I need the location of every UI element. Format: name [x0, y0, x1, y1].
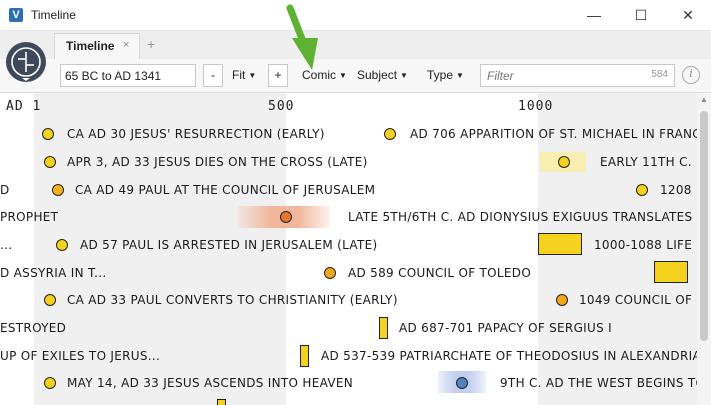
- maximize-button[interactable]: ☐: [618, 0, 664, 31]
- axis-label: 1000: [518, 99, 554, 114]
- date-range-input[interactable]: [60, 64, 196, 87]
- event-span-bar[interactable]: [217, 399, 226, 405]
- title-bar: V Timeline — ☐ ✕: [0, 0, 711, 31]
- annotation-arrow-icon: [286, 4, 318, 70]
- chevron-down-icon: ▼: [339, 71, 347, 80]
- event-label[interactable]: CA AD 49 PAUL AT THE COUNCIL OF JERUSALE…: [75, 180, 375, 200]
- chevron-down-icon: ▼: [400, 71, 408, 80]
- filter-count: 584: [651, 69, 668, 80]
- info-icon[interactable]: i: [682, 66, 700, 84]
- scroll-up-icon[interactable]: ▲: [697, 95, 711, 104]
- vertical-scrollbar[interactable]: ▲: [697, 93, 711, 405]
- minimize-button[interactable]: —: [571, 0, 617, 31]
- event-label[interactable]: CA AD 30 JESUS' RESURRECTION (EARLY): [67, 124, 325, 144]
- event-marker[interactable]: [52, 184, 64, 196]
- tab-label: Timeline: [66, 39, 115, 53]
- subject-dropdown[interactable]: Subject ▼: [357, 68, 408, 82]
- event-label[interactable]: 1000-1088 LIFE: [594, 235, 692, 255]
- event-label[interactable]: 9TH C. AD THE WEST BEGINS TO: [500, 373, 705, 393]
- chevron-down-icon: ▼: [248, 71, 257, 80]
- event-label[interactable]: D ASSYRIA IN T...: [0, 263, 107, 283]
- event-marker[interactable]: [384, 128, 396, 140]
- event-span-bar[interactable]: [654, 261, 688, 283]
- event-label[interactable]: 1049 COUNCIL OF R: [579, 290, 705, 310]
- event-label[interactable]: AD 57 PAUL IS ARRESTED IN JERUSALEM (LAT…: [80, 235, 378, 255]
- tab-timeline[interactable]: Timeline ×: [54, 33, 140, 59]
- filter-input[interactable]: [481, 65, 621, 86]
- event-marker[interactable]: [44, 377, 56, 389]
- event-marker[interactable]: [44, 294, 56, 306]
- event-label[interactable]: PROPHET: [0, 207, 58, 227]
- event-span-bar[interactable]: [538, 233, 582, 255]
- event-label[interactable]: ESTROYED: [0, 318, 66, 338]
- panel-menu-icon[interactable]: [6, 42, 46, 82]
- event-marker[interactable]: [558, 156, 570, 168]
- timeline-canvas[interactable]: AD 1 500 1000 CA AD 30 JESUS' RESURRECTI…: [0, 93, 711, 405]
- fit-dropdown[interactable]: Fit ▼: [232, 68, 256, 82]
- close-button[interactable]: ✕: [665, 0, 711, 31]
- window-title: Timeline: [31, 8, 76, 22]
- zoom-out-button[interactable]: -: [203, 64, 223, 87]
- chevron-down-icon: ▼: [456, 71, 464, 80]
- event-marker[interactable]: [56, 239, 68, 251]
- event-label[interactable]: EARLY 11TH C. LIFE: [600, 152, 711, 172]
- type-label: Type: [427, 68, 454, 82]
- event-label[interactable]: AD 537-539 PATRIARCHATE OF THEODOSIUS IN…: [321, 346, 701, 366]
- event-marker[interactable]: [556, 294, 568, 306]
- event-label[interactable]: CA AD 33 PAUL CONVERTS TO CHRISTIANITY (…: [67, 290, 398, 310]
- event-span-bar[interactable]: [379, 317, 388, 339]
- subject-label: Subject: [357, 68, 398, 82]
- event-label[interactable]: AD 589 COUNCIL OF TOLEDO: [348, 263, 531, 283]
- event-label[interactable]: APR 3, AD 33 JESUS DIES ON THE CROSS (LA…: [67, 152, 368, 172]
- type-dropdown[interactable]: Type ▼: [427, 68, 464, 82]
- event-marker[interactable]: [44, 156, 56, 168]
- add-tab-button[interactable]: +: [147, 36, 155, 52]
- event-label[interactable]: D: [0, 180, 10, 200]
- app-logo-icon: V: [9, 8, 23, 22]
- event-span-bar[interactable]: [300, 345, 309, 367]
- event-label[interactable]: LATE 5TH/6TH C. AD DIONYSIUS EXIGUUS TRA…: [348, 207, 692, 227]
- event-label[interactable]: AD 706 APPARITION OF ST. MICHAEL IN FRAN…: [410, 124, 709, 144]
- event-label[interactable]: AD 687-701 PAPACY OF SERGIUS I: [399, 318, 612, 338]
- event-marker[interactable]: [280, 211, 292, 223]
- event-label[interactable]: ...: [0, 235, 12, 255]
- event-marker[interactable]: [42, 128, 54, 140]
- event-label[interactable]: UP OF EXILES TO JERUS...: [0, 346, 160, 366]
- event-label[interactable]: MAY 14, AD 33 JESUS ASCENDS INTO HEAVEN: [67, 373, 353, 393]
- event-marker[interactable]: [324, 267, 336, 279]
- axis-label: 500: [268, 99, 295, 114]
- scroll-thumb[interactable]: [700, 111, 708, 341]
- fit-label: Fit: [232, 68, 246, 82]
- tab-close-icon[interactable]: ×: [123, 39, 129, 51]
- axis-label: AD 1: [6, 99, 42, 114]
- filter-field[interactable]: 584: [480, 64, 675, 87]
- event-marker[interactable]: [456, 377, 468, 389]
- event-marker[interactable]: [636, 184, 648, 196]
